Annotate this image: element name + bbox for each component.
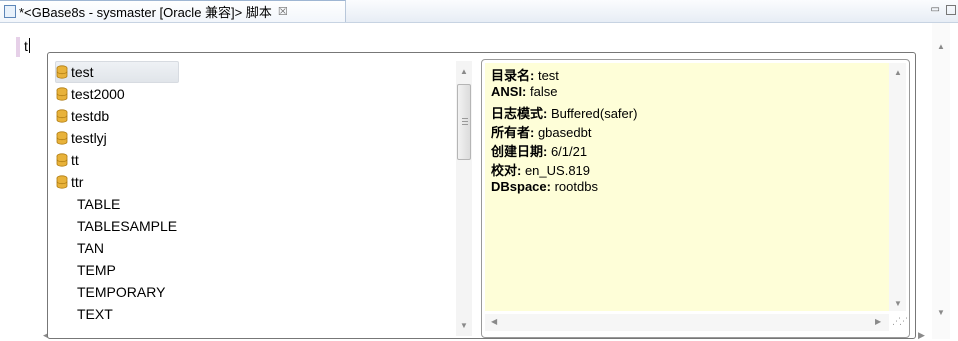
completion-item[interactable]: test2000	[56, 83, 125, 105]
completion-item[interactable]: testlyj	[56, 127, 107, 149]
scroll-up-arrow-icon[interactable]: ▲	[894, 68, 902, 77]
completion-item[interactable]: TABLESAMPLE	[56, 215, 177, 237]
completion-item[interactable]: TEMPORARY	[56, 281, 165, 303]
detail-line: 日志模式: Buffered(safer)	[491, 103, 637, 122]
completion-item-label: TAN	[77, 240, 104, 256]
close-icon[interactable]: ☒	[278, 5, 288, 18]
completion-item-label: testlyj	[71, 130, 107, 146]
detail-line: 所有者: gbasedbt	[491, 122, 591, 141]
completion-item-label: TEMP	[77, 262, 116, 278]
scrollbar-thumb[interactable]	[457, 84, 471, 160]
text-caret	[28, 38, 30, 53]
completion-item[interactable]: test	[55, 61, 179, 83]
completion-item[interactable]: ttr	[56, 171, 83, 193]
detail-value: false	[526, 84, 558, 99]
detail-line: DBspace: rootdbs	[491, 179, 598, 194]
completion-item-label: TABLE	[77, 196, 121, 212]
tab-title: *<GBase8s - sysmaster [Oracle 兼容]> 脚本	[19, 5, 272, 20]
detail-key: DBspace:	[491, 179, 551, 194]
editor-vertical-scrollbar[interactable]: ▲ ▼	[932, 23, 950, 339]
completion-item[interactable]: TAN	[56, 237, 104, 259]
scroll-down-arrow-icon[interactable]: ▼	[937, 308, 945, 317]
detail-value: gbasedbt	[534, 125, 592, 140]
detail-key: 日志模式:	[491, 106, 548, 121]
scroll-down-arrow-icon[interactable]: ▼	[894, 299, 902, 308]
detail-value: rootdbs	[550, 179, 598, 194]
completion-item-label: testdb	[71, 108, 110, 124]
typed-text[interactable]: t	[24, 38, 28, 54]
completion-item-label: tt	[71, 152, 79, 168]
database-icon	[56, 153, 68, 167]
proposal-details-pane: 目录名: test ANSI: false 日志模式: Buffered(safer…	[481, 59, 910, 338]
detail-value: en_US.819	[521, 163, 591, 178]
maximize-icon[interactable]	[946, 5, 956, 15]
resize-grip-icon[interactable]: ⋰⋰	[892, 316, 908, 327]
completion-item-label: ttr	[71, 174, 84, 190]
detail-line: 创建日期: 6/1/21	[491, 141, 587, 160]
detail-key: ANSI:	[491, 84, 527, 99]
scroll-right-arrow-icon[interactable]: ▶	[918, 330, 925, 341]
completion-item[interactable]: TEMP	[56, 259, 116, 281]
scroll-up-arrow-icon[interactable]: ▲	[460, 67, 468, 76]
database-icon	[56, 131, 68, 145]
completion-item[interactable]: testdb	[56, 105, 109, 127]
database-icon	[56, 109, 68, 123]
completion-item[interactable]: TEXT	[56, 303, 113, 325]
detail-key: 所有者:	[491, 125, 535, 140]
scroll-down-arrow-icon[interactable]: ▼	[460, 321, 468, 330]
details-content: 目录名: test ANSI: false 日志模式: Buffered(safer…	[485, 63, 889, 311]
detail-key: 校对:	[491, 163, 522, 178]
database-icon	[56, 175, 68, 189]
scroll-left-arrow-icon[interactable]: ◀	[491, 317, 497, 326]
completion-item[interactable]: tt	[56, 149, 79, 171]
scroll-up-arrow-icon[interactable]: ▲	[937, 42, 945, 51]
minimize-icon[interactable]: ▭	[931, 4, 940, 15]
detail-line: 校对: en_US.819	[491, 160, 590, 179]
sql-file-icon	[4, 5, 16, 18]
completion-item-label: TABLESAMPLE	[77, 218, 178, 234]
details-vertical-scrollbar[interactable]: ▲ ▼	[889, 63, 906, 311]
line-marker	[16, 37, 20, 57]
detail-value: Buffered(safer)	[547, 106, 638, 121]
database-icon	[56, 87, 68, 101]
proposal-list[interactable]: test test2000 testdb testlyj tt ttr TABLE TABLE…	[48, 53, 476, 340]
completion-item-label: test2000	[71, 86, 125, 102]
detail-value: 6/1/21	[547, 144, 588, 159]
detail-line: 目录名: test	[491, 65, 559, 84]
detail-key: 目录名:	[491, 68, 535, 83]
scroll-right-arrow-icon[interactable]: ▶	[875, 317, 881, 326]
detail-key: 创建日期:	[491, 144, 548, 159]
details-horizontal-scrollbar[interactable]: ◀ ▶	[485, 314, 889, 331]
editor-tab-script[interactable]: *<GBase8s - sysmaster [Oracle 兼容]> 脚本 ☒	[0, 0, 346, 22]
completion-item-label: TEMPORARY	[77, 284, 166, 300]
editor-line: t	[24, 38, 30, 54]
completion-item[interactable]: TABLE	[56, 193, 120, 215]
completion-item-label: test	[71, 64, 94, 80]
completion-item-label: TEXT	[77, 306, 113, 322]
detail-line: ANSI: false	[491, 84, 557, 99]
editor-tab-bar: *<GBase8s - sysmaster [Oracle 兼容]> 脚本 ☒ …	[0, 0, 958, 23]
proposal-list-scrollbar[interactable]: ▲ ▼	[456, 61, 472, 336]
database-icon	[56, 65, 68, 79]
content-assist-popup: test test2000 testdb testlyj tt ttr TABLE TABLE…	[47, 52, 916, 339]
detail-value: test	[534, 68, 559, 83]
